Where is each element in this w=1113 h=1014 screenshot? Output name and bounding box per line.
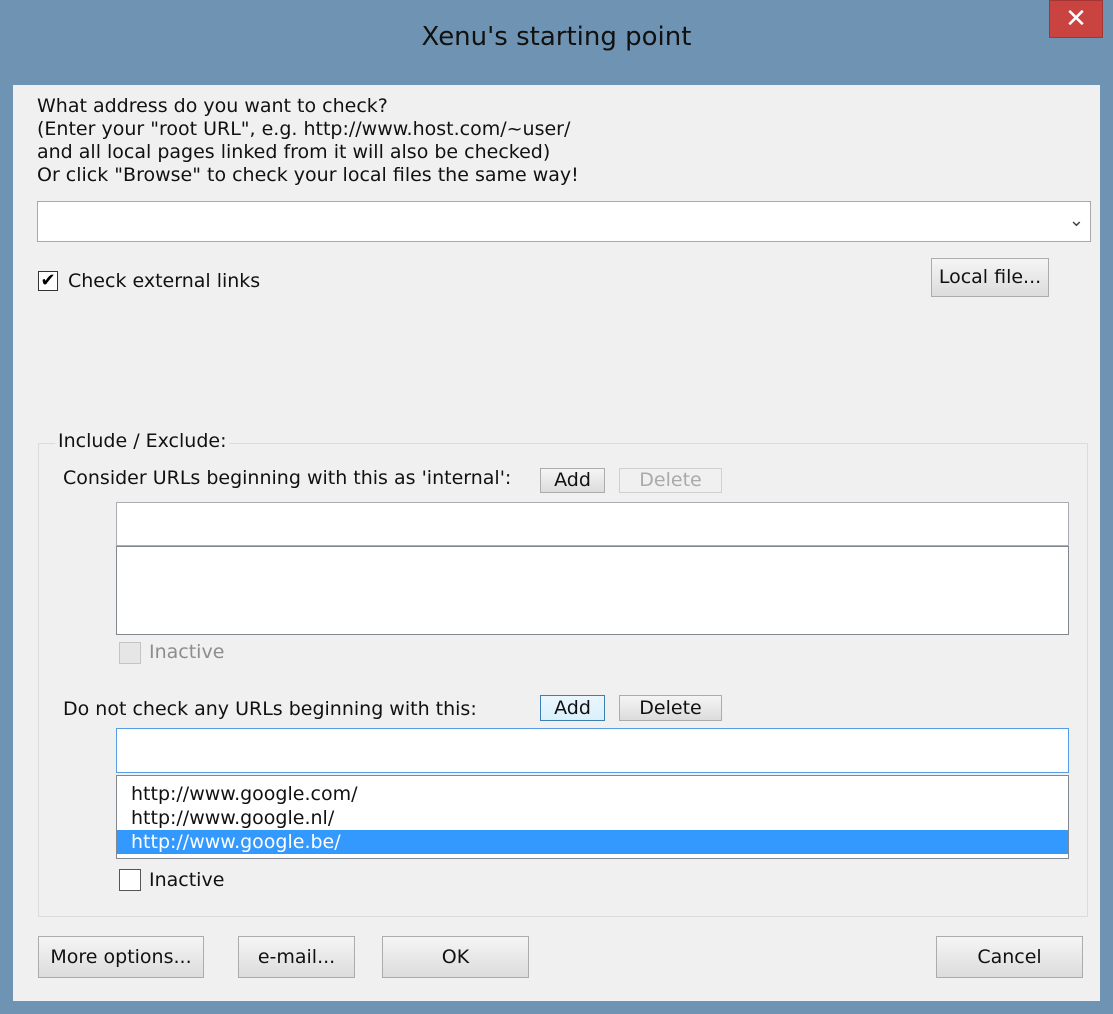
close-button[interactable]: ✕: [1049, 0, 1103, 38]
internal-delete-button[interactable]: Delete: [619, 468, 722, 493]
internal-add-button[interactable]: Add: [540, 468, 605, 493]
internal-inactive-checkbox[interactable]: [119, 642, 141, 664]
exclude-inactive-label[interactable]: Inactive: [149, 869, 224, 891]
dialog-client-area: What address do you want to check? (Ente…: [13, 85, 1100, 1001]
title-bar[interactable]: Xenu's starting point ✕: [0, 0, 1113, 85]
email-button[interactable]: e-mail...: [238, 936, 355, 978]
exclude-url-list[interactable]: http://www.google.com/ http://www.google…: [116, 775, 1069, 859]
exclude-inactive-checkbox[interactable]: [119, 869, 141, 891]
exclude-url-input[interactable]: [116, 728, 1069, 773]
include-exclude-legend: Include / Exclude:: [55, 430, 230, 452]
cancel-button[interactable]: Cancel: [936, 936, 1083, 978]
checkmark-icon: ✔: [40, 270, 56, 291]
local-file-button[interactable]: Local file...: [931, 258, 1049, 297]
internal-label: Consider URLs beginning with this as 'in…: [63, 467, 512, 489]
prompt-line: (Enter your "root URL", e.g. http://www.…: [37, 118, 571, 140]
ok-button[interactable]: OK: [382, 936, 529, 978]
internal-inactive-label[interactable]: Inactive: [149, 641, 224, 663]
check-external-checkbox[interactable]: ✔: [38, 271, 58, 291]
internal-url-input[interactable]: [116, 502, 1069, 546]
prompt-line: and all local pages linked from it will …: [37, 141, 551, 163]
exclude-label: Do not check any URLs beginning with thi…: [63, 698, 477, 720]
window-title: Xenu's starting point: [421, 22, 692, 52]
chevron-down-icon[interactable]: ⌄: [1069, 210, 1084, 231]
prompt-text: What address do you want to check? (Ente…: [37, 95, 579, 187]
list-item-selected[interactable]: http://www.google.be/: [117, 830, 1068, 854]
exclude-add-button[interactable]: Add: [540, 695, 605, 721]
exclude-delete-button[interactable]: Delete: [619, 695, 722, 721]
check-external-label[interactable]: Check external links: [68, 270, 260, 292]
prompt-line: What address do you want to check?: [37, 95, 388, 117]
address-combobox[interactable]: ⌄: [37, 201, 1091, 242]
close-icon: ✕: [1065, 4, 1087, 34]
list-item[interactable]: http://www.google.nl/: [117, 806, 1068, 830]
internal-url-list[interactable]: [116, 546, 1069, 635]
dialog-window: Xenu's starting point ✕ What address do …: [0, 0, 1113, 1014]
more-options-button[interactable]: More options...: [38, 936, 204, 978]
prompt-line: Or click "Browse" to check your local fi…: [37, 164, 579, 186]
list-item[interactable]: http://www.google.com/: [117, 782, 1068, 806]
